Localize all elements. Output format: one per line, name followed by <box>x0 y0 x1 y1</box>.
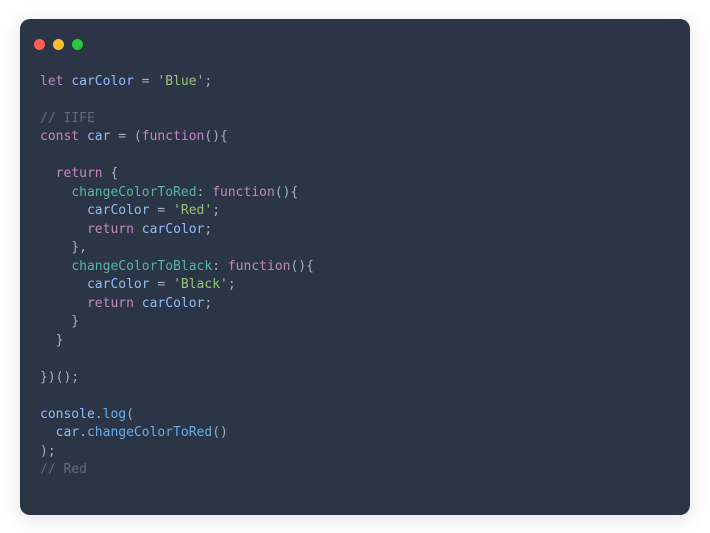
code-line: return { <box>40 165 670 184</box>
code-token: 'Black' <box>173 277 228 292</box>
code-token: } <box>40 314 79 329</box>
code-line: carColor = 'Red'; <box>40 202 670 221</box>
code-line: return carColor; <box>40 221 670 240</box>
code-token: console <box>40 407 95 422</box>
code-token: })(); <box>40 370 79 385</box>
code-token: = <box>134 74 157 89</box>
code-token: return <box>56 166 103 181</box>
code-token <box>40 425 56 440</box>
code-token: ; <box>204 222 212 237</box>
code-token: : <box>197 185 213 200</box>
code-token: ( <box>126 407 134 422</box>
code-line: let carColor = 'Blue'; <box>40 73 670 92</box>
code-token: // Red <box>40 462 87 477</box>
code-token: = ( <box>110 129 141 144</box>
code-token <box>40 203 87 218</box>
code-token: ); <box>40 444 56 459</box>
code-token: changeColorToBlack <box>71 259 212 274</box>
code-line: return carColor; <box>40 295 670 314</box>
code-token: changeColorToRed <box>87 425 212 440</box>
code-token: function <box>212 185 275 200</box>
window-minimize-icon[interactable] <box>53 39 64 50</box>
code-token: function <box>142 129 205 144</box>
code-token: = <box>150 203 173 218</box>
code-token <box>40 277 87 292</box>
code-token: { <box>103 166 119 181</box>
code-token <box>40 222 87 237</box>
code-line: } <box>40 332 670 351</box>
code-line: })(); <box>40 369 670 388</box>
code-token: function <box>228 259 291 274</box>
code-token: ; <box>228 277 236 292</box>
code-token: . <box>79 425 87 440</box>
code-token: let <box>40 74 63 89</box>
code-line: const car = (function(){ <box>40 128 670 147</box>
code-token: carColor <box>87 203 150 218</box>
code-token <box>134 222 142 237</box>
code-token <box>134 296 142 311</box>
code-line: ); <box>40 443 670 462</box>
code-token: 'Blue' <box>157 74 204 89</box>
code-token: carColor <box>71 74 134 89</box>
code-token: . <box>95 407 103 422</box>
code-token: const <box>40 129 79 144</box>
code-line: car.changeColorToRed() <box>40 424 670 443</box>
code-token: : <box>212 259 228 274</box>
code-token: log <box>103 407 126 422</box>
code-token <box>40 185 71 200</box>
window-zoom-icon[interactable] <box>72 39 83 50</box>
code-line <box>40 147 670 166</box>
code-line <box>40 387 670 406</box>
code-line: }, <box>40 239 670 258</box>
code-line: // IIFE <box>40 110 670 129</box>
code-token: // IIFE <box>40 111 95 126</box>
code-line: // Red <box>40 461 670 480</box>
code-window: let carColor = 'Blue'; // IIFE const car … <box>20 19 690 515</box>
code-token: ; <box>204 296 212 311</box>
code-line <box>40 91 670 110</box>
code-token <box>40 166 56 181</box>
code-token: (){ <box>275 185 298 200</box>
code-line: console.log( <box>40 406 670 425</box>
code-token: = <box>150 277 173 292</box>
code-token: changeColorToRed <box>71 185 196 200</box>
window-close-icon[interactable] <box>34 39 45 50</box>
window-titlebar <box>20 19 690 59</box>
code-token: carColor <box>142 296 205 311</box>
code-token: ; <box>212 203 220 218</box>
code-token: (){ <box>290 259 313 274</box>
code-line: } <box>40 313 670 332</box>
code-token <box>79 129 87 144</box>
code-token: }, <box>40 240 87 255</box>
code-token: carColor <box>142 222 205 237</box>
code-token: 'Red' <box>173 203 212 218</box>
code-token: car <box>87 129 110 144</box>
code-line: changeColorToBlack: function(){ <box>40 258 670 277</box>
code-token: return <box>87 296 134 311</box>
code-token: () <box>212 425 228 440</box>
code-line <box>40 350 670 369</box>
code-token: } <box>40 333 63 348</box>
code-area: let carColor = 'Blue'; // IIFE const car … <box>20 59 690 498</box>
code-token <box>40 296 87 311</box>
code-token: (){ <box>204 129 227 144</box>
code-token: car <box>56 425 79 440</box>
code-token: return <box>87 222 134 237</box>
code-token: ; <box>204 74 212 89</box>
code-token <box>40 259 71 274</box>
code-token: carColor <box>87 277 150 292</box>
code-line: changeColorToRed: function(){ <box>40 184 670 203</box>
code-line: carColor = 'Black'; <box>40 276 670 295</box>
